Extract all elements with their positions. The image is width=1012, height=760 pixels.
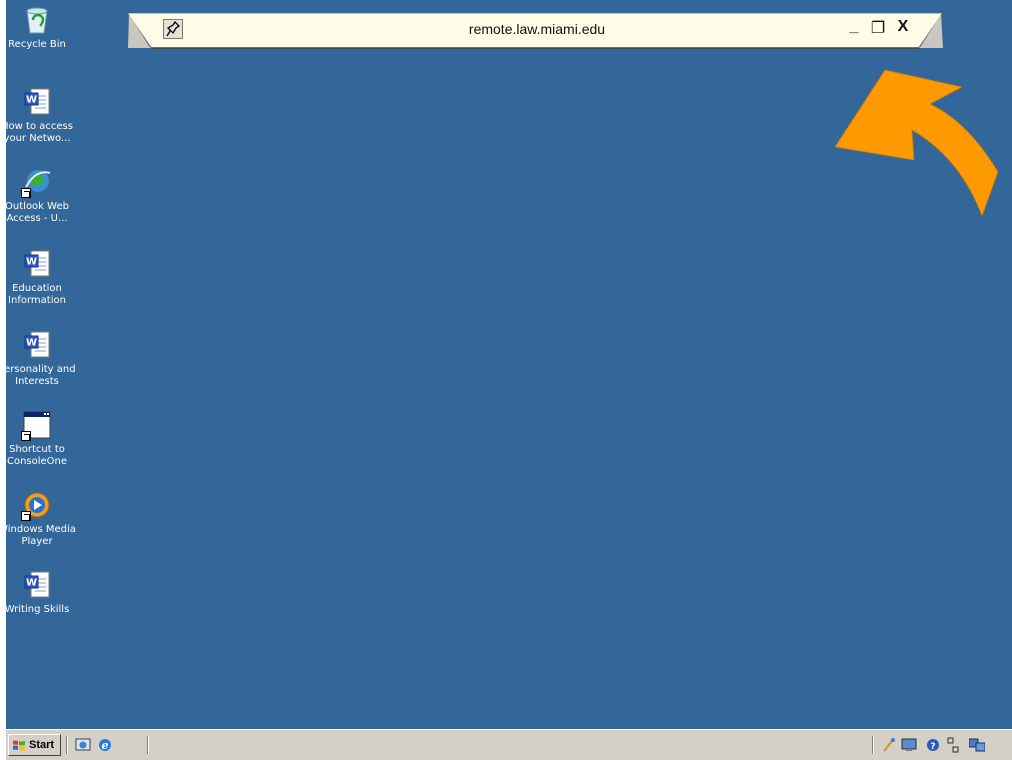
internet-explorer-icon bbox=[21, 166, 53, 198]
connection-icon[interactable] bbox=[969, 737, 985, 753]
shortcut-arrow-icon bbox=[21, 188, 31, 198]
shortcut-arrow-icon bbox=[21, 511, 31, 521]
desktop-icon-windows-media-player[interactable]: Windows Media Player bbox=[0, 489, 80, 548]
desktop-icon-label: Shortcut to ConsoleOne bbox=[6, 444, 68, 467]
svg-text:W: W bbox=[26, 257, 37, 268]
media-player-icon bbox=[21, 489, 53, 521]
desktop-icon-recycle-bin[interactable]: Recycle Bin bbox=[0, 4, 80, 51]
show-desktop-icon[interactable] bbox=[75, 737, 91, 753]
close-button[interactable]: X bbox=[894, 18, 912, 36]
taskbar-separator bbox=[147, 736, 149, 754]
pin-icon[interactable] bbox=[163, 19, 183, 39]
svg-text:W: W bbox=[26, 95, 37, 106]
remote-connection-bar[interactable]: remote.law.miami.edu _ ❐ X bbox=[127, 13, 943, 50]
word-document-icon: W bbox=[21, 329, 53, 361]
word-document-icon: W bbox=[21, 569, 53, 601]
word-document-icon: W bbox=[21, 248, 53, 280]
desktop-icon-label: Education Information bbox=[8, 283, 66, 306]
help-icon[interactable]: ? bbox=[925, 737, 941, 753]
desktop-icon-consoleone-shortcut[interactable]: Shortcut to ConsoleOne bbox=[0, 409, 80, 468]
desktop-icon-how-to-access[interactable]: W How to access your Netwo... bbox=[0, 86, 80, 145]
svg-text:e: e bbox=[102, 739, 109, 752]
start-label: Start bbox=[29, 739, 55, 751]
taskbar: Start e ? bbox=[6, 729, 1012, 760]
desktop-icon-label: Windows Media Player bbox=[0, 524, 76, 547]
desktop-icon-writing-skills[interactable]: W Writing Skills bbox=[0, 569, 80, 616]
annotation-arrow bbox=[833, 69, 999, 218]
svg-text:W: W bbox=[26, 338, 37, 349]
desktop-icon-label: Writing Skills bbox=[4, 604, 70, 615]
shortcut-arrow-icon bbox=[21, 431, 31, 441]
internet-explorer-icon[interactable]: e bbox=[97, 737, 113, 753]
screen: Recycle Bin W How to access your Netwo..… bbox=[0, 0, 1012, 760]
recycle-bin-icon bbox=[21, 4, 53, 36]
svg-text:?: ? bbox=[930, 742, 935, 752]
desktop-icon-education-information[interactable]: W Education Information bbox=[0, 248, 80, 307]
restore-button[interactable]: ❐ bbox=[869, 18, 887, 38]
minimize-button[interactable]: _ bbox=[845, 18, 863, 36]
start-button[interactable]: Start bbox=[8, 734, 61, 756]
connection-title: remote.law.miami.edu bbox=[468, 21, 606, 37]
svg-text:W: W bbox=[26, 578, 37, 589]
taskbar-separator bbox=[66, 736, 68, 754]
taskbar-separator bbox=[872, 736, 874, 754]
word-document-icon: W bbox=[21, 86, 53, 118]
sound-icon[interactable] bbox=[945, 737, 961, 753]
desktop-icon-label: Recycle Bin bbox=[8, 39, 66, 50]
application-window-icon bbox=[21, 409, 53, 441]
desktop-icon-label: How to access your Netwo... bbox=[1, 121, 73, 144]
desktop-icon-label: Personality and Interests bbox=[0, 364, 76, 387]
windows-flag-icon bbox=[13, 740, 25, 751]
desktop-icon-outlook-web-access[interactable]: Outlook Web Access - U... bbox=[0, 166, 80, 225]
desktop-icon-label: Outlook Web Access - U... bbox=[5, 201, 69, 224]
desktop-icon-personality-and-interests[interactable]: W Personality and Interests bbox=[0, 329, 80, 388]
display-icon[interactable] bbox=[901, 737, 917, 753]
network-icon[interactable] bbox=[881, 737, 897, 753]
